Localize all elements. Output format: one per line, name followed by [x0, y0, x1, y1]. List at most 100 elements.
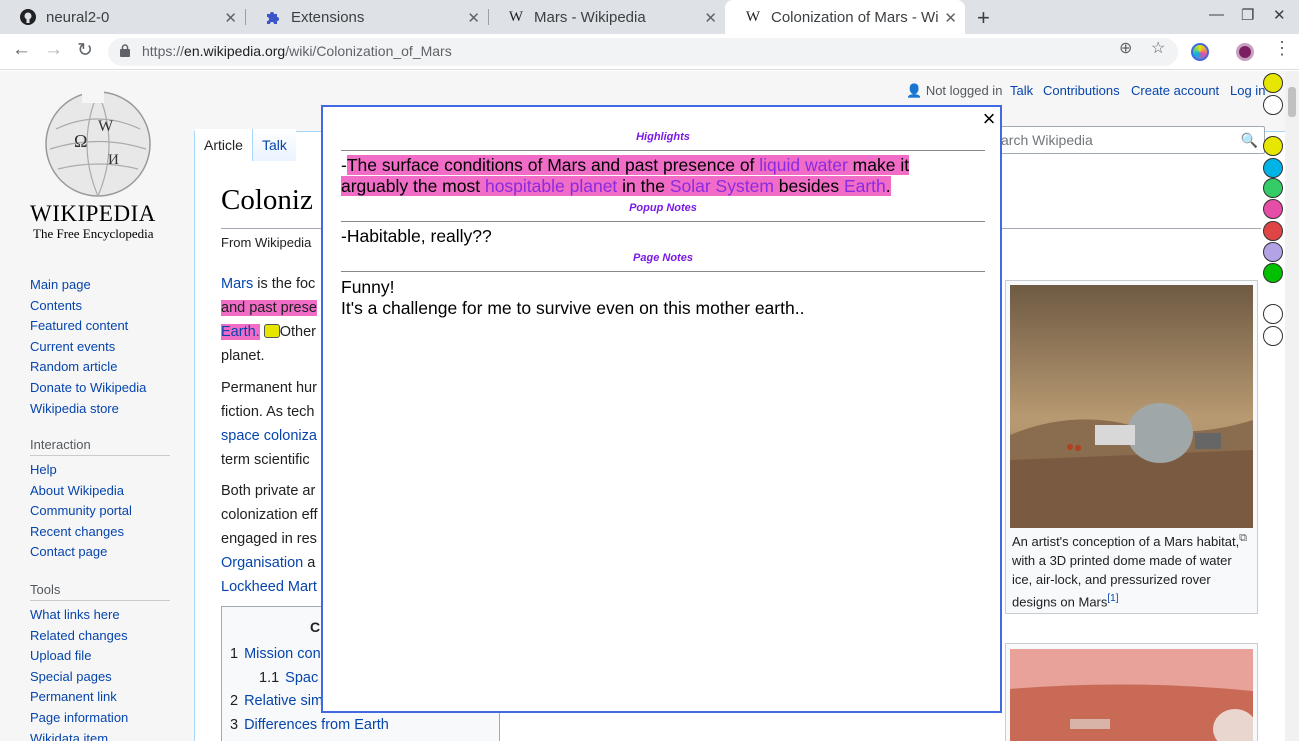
sidebar-item-about[interactable]: About Wikipedia: [30, 481, 170, 502]
sidebar-heading-interaction: Interaction: [30, 434, 170, 456]
browser-toolbar: ← → ↻ https://en.wikipedia.org/wiki/Colo…: [0, 34, 1299, 70]
sidebar-tools-nav: Tools What links here Related changes Up…: [30, 579, 170, 741]
profile-avatar[interactable]: [1236, 43, 1254, 61]
hospitable-planet-link[interactable]: hospitable planet: [484, 176, 618, 196]
list-menu-icon[interactable]: [1263, 326, 1283, 346]
sidebar-item-contact[interactable]: Contact page: [30, 542, 170, 563]
back-icon[interactable]: ←: [12, 39, 31, 61]
wikipedia-globe-logo: Ω W И: [45, 89, 151, 197]
sidebar-item-recent-changes[interactable]: Recent changes: [30, 522, 170, 543]
minimize-icon[interactable]: —: [1209, 6, 1224, 23]
highlights-heading: Highlights: [636, 131, 690, 143]
mars-link[interactable]: Mars: [221, 276, 253, 292]
sidebar-item-store[interactable]: Wikipedia store: [30, 399, 146, 420]
color-lavender[interactable]: [1263, 242, 1283, 262]
sidebar-item-featured-content[interactable]: Featured content: [30, 316, 146, 337]
search-icon[interactable]: 🔍: [1241, 132, 1258, 149]
close-tab-icon[interactable]: ✕: [467, 9, 480, 27]
sidebar-item-wikidata-item[interactable]: Wikidata item: [30, 729, 170, 741]
sidebar-item-main-page[interactable]: Main page: [30, 275, 146, 296]
infobox-secondary: [1005, 643, 1258, 741]
toc-item[interactable]: 1.1 Spac: [259, 670, 318, 686]
close-window-icon[interactable]: ✕: [1273, 6, 1286, 24]
note-marker-icon[interactable]: [263, 324, 280, 338]
restore-icon[interactable]: ❐: [1241, 6, 1254, 24]
menu-kebab-icon[interactable]: ⋮: [1273, 38, 1291, 59]
close-tab-icon[interactable]: ✕: [704, 9, 717, 27]
highlight-entry: -The surface conditions of Mars and past…: [341, 155, 910, 196]
new-tab-button[interactable]: +: [977, 5, 990, 31]
forward-icon[interactable]: →: [44, 39, 63, 61]
close-tab-icon[interactable]: ✕: [224, 9, 237, 27]
sidebar-item-special-pages[interactable]: Special pages: [30, 667, 170, 688]
tab-article[interactable]: Article: [195, 129, 252, 161]
sidebar-item-help[interactable]: Help: [30, 460, 170, 481]
space-colonization-link[interactable]: space coloniza: [221, 424, 317, 448]
tab-title: Extensions: [291, 8, 365, 26]
color-bright-green[interactable]: [1263, 263, 1283, 283]
svg-text:Ω: Ω: [74, 131, 87, 151]
personal-talk-link[interactable]: Talk: [1010, 83, 1033, 98]
reload-icon[interactable]: ↻: [77, 39, 93, 62]
user-icon: 👤: [906, 83, 923, 98]
mars-habitat-image[interactable]: [1010, 285, 1253, 528]
lockheed-link[interactable]: Lockheed Mart: [221, 575, 317, 599]
tab-neural2[interactable]: neural2-0 ✕: [0, 0, 245, 34]
sidebar-item-donate[interactable]: Donate to Wikipedia: [30, 378, 146, 399]
reference-link[interactable]: [1]: [1107, 593, 1118, 604]
solar-system-link[interactable]: Solar System: [669, 176, 774, 196]
sidebar-item-what-links-here[interactable]: What links here: [30, 605, 170, 626]
sidebar-item-current-events[interactable]: Current events: [30, 337, 146, 358]
toc-item[interactable]: 3 Differences from Earth: [230, 717, 389, 733]
toc-item[interactable]: 1 Mission con: [230, 646, 321, 662]
sidebar-item-upload-file[interactable]: Upload file: [30, 646, 170, 667]
liquid-water-link[interactable]: liquid water: [759, 155, 848, 175]
create-account-link[interactable]: Create account: [1131, 83, 1219, 98]
color-red[interactable]: [1263, 221, 1283, 241]
page-scrollbar[interactable]: [1285, 71, 1299, 741]
tab-mars-wikipedia[interactable]: W Mars - Wikipedia ✕: [488, 0, 725, 34]
highlighted-text: and past prese: [221, 300, 317, 316]
sidebar-item-page-information[interactable]: Page information: [30, 708, 170, 729]
earth-link[interactable]: Earth: [843, 176, 886, 196]
bookmark-star-icon[interactable]: ☆: [1151, 38, 1165, 58]
tab-extensions[interactable]: Extensions ✕: [245, 0, 488, 34]
notes-popup: × Highlights -The surface conditions of …: [321, 105, 1002, 713]
organisation-link[interactable]: Organisation: [221, 555, 303, 571]
close-popup-button[interactable]: ×: [978, 108, 1000, 131]
eraser-icon[interactable]: [1263, 304, 1283, 324]
tab-strip: neural2-0 ✕ Extensions ✕ W Mars - Wikipe…: [0, 0, 1299, 34]
zoom-icon[interactable]: ⊕: [1119, 38, 1132, 58]
infobox: ⧉ An artist's conception of a Mars habit…: [1005, 280, 1258, 614]
tab-title: Colonization of Mars - Wi: [771, 8, 939, 26]
mars-settlement-image[interactable]: [1010, 649, 1253, 741]
sidebar-item-random-article[interactable]: Random article: [30, 357, 146, 378]
svg-text:И: И: [108, 152, 119, 168]
pen-icon[interactable]: [1263, 95, 1283, 115]
sidebar-item-permanent-link[interactable]: Permanent link: [30, 687, 170, 708]
address-bar[interactable]: https://en.wikipedia.org/wiki/Colonizati…: [108, 38, 1178, 66]
sidebar-item-contents[interactable]: Contents: [30, 296, 146, 317]
color-pink[interactable]: [1263, 199, 1283, 219]
sidebar-item-community-portal[interactable]: Community portal: [30, 501, 170, 522]
wiki-search-input[interactable]: arch Wikipedia 🔍: [990, 126, 1265, 154]
sidebar-item-related-changes[interactable]: Related changes: [30, 626, 170, 647]
color-green[interactable]: [1263, 178, 1283, 198]
lock-icon: [120, 44, 130, 57]
highlighter-extension-icon[interactable]: [1191, 43, 1209, 61]
close-tab-icon[interactable]: ✕: [944, 9, 957, 27]
earth-link[interactable]: Earth.: [221, 324, 260, 340]
popup-note-text: -Habitable, really??: [341, 226, 492, 246]
sidebar-main-nav: Main page Contents Featured content Curr…: [30, 275, 146, 419]
infobox-caption: An artist's conception of a Mars habitat…: [1012, 534, 1240, 610]
notes-icon[interactable]: [1263, 73, 1283, 93]
color-blue[interactable]: [1263, 158, 1283, 178]
contributions-link[interactable]: Contributions: [1043, 83, 1120, 98]
highlighter-toolbar: [1260, 71, 1286, 741]
tab-colonization-of-mars[interactable]: W Colonization of Mars - Wi ✕: [725, 0, 965, 34]
puzzle-icon: [265, 9, 281, 25]
toc-item[interactable]: 2 Relative sim: [230, 693, 323, 709]
user-status: 👤 Not logged in: [906, 83, 1003, 98]
color-yellow[interactable]: [1263, 136, 1283, 156]
tab-talk[interactable]: Talk: [252, 129, 296, 161]
